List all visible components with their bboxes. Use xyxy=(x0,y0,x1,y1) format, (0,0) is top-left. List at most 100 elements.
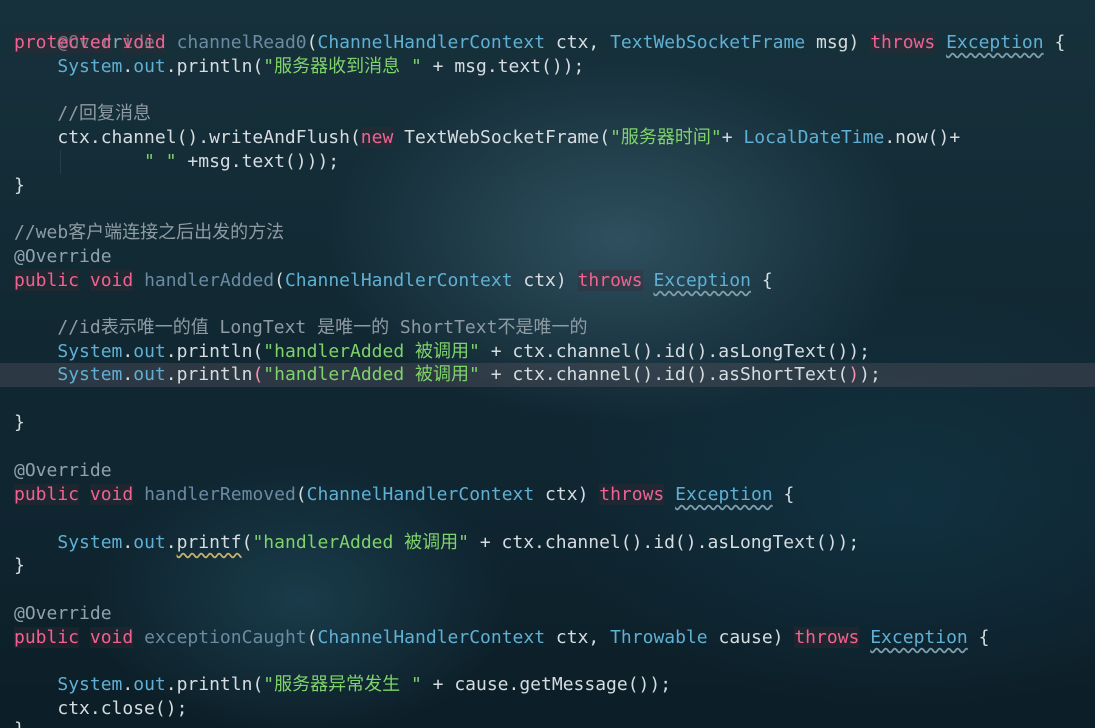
expression: + cause.getMessage()); xyxy=(421,674,672,695)
class-ref: System xyxy=(57,56,123,77)
param: ctx) xyxy=(534,484,600,505)
annotation: @Override xyxy=(14,460,112,481)
code-line[interactable]: System.out.println("服务器收到消息 " + msg.text… xyxy=(0,55,1095,79)
statement: ctx.close(); xyxy=(57,698,188,719)
code-editor[interactable]: @Override protected void channelRead0(Ch… xyxy=(0,0,1095,728)
code-line[interactable]: System.out.println("handlerAdded 被调用" + … xyxy=(0,340,1095,364)
exception-type: Exception xyxy=(653,270,751,291)
class-ref: System xyxy=(57,341,123,362)
code-line[interactable]: //回复消息 xyxy=(0,102,1095,126)
paren: ( xyxy=(306,627,318,648)
keyword: new xyxy=(360,127,394,148)
string-literal: "服务器时间" xyxy=(610,127,722,148)
brace: { xyxy=(967,627,990,648)
exception-type: Exception xyxy=(870,627,968,648)
code-line[interactable]: @Override xyxy=(0,245,1095,269)
keyword: throws xyxy=(599,484,665,505)
dot: . xyxy=(122,56,134,77)
keyword: public xyxy=(14,484,80,505)
exception-type: Exception xyxy=(675,484,773,505)
method-call: .println( xyxy=(165,341,264,362)
annotation: @Override xyxy=(14,603,112,624)
keyword: throws xyxy=(794,627,860,648)
comment: //id表示唯一的值 LongText 是唯一的 ShortText不是唯一的 xyxy=(57,317,588,338)
annotation: @Override xyxy=(14,246,112,267)
keyword: protected xyxy=(14,32,112,53)
brace: } xyxy=(14,175,25,196)
field-ref: out xyxy=(133,674,166,695)
code-line[interactable]: //id表示唯一的值 LongText 是唯一的 ShortText不是唯一的 xyxy=(0,316,1095,340)
dot: . xyxy=(122,532,134,553)
code-line[interactable]: @Override xyxy=(0,459,1095,483)
field-ref: out xyxy=(133,56,166,77)
code-line[interactable]: } xyxy=(0,411,1095,435)
class-ref: System xyxy=(57,532,123,553)
code-line[interactable]: System.out.printf("handlerAdded 被调用" + c… xyxy=(0,531,1095,555)
method-call: .println( xyxy=(165,674,264,695)
keyword: public xyxy=(14,270,80,291)
dot: . xyxy=(122,364,134,385)
class-ref: LocalDateTime xyxy=(743,127,885,148)
field-ref: out xyxy=(133,364,166,385)
semicolon: ); xyxy=(859,364,881,385)
expression: TextWebSocketFrame( xyxy=(393,127,611,148)
code-line[interactable]: public void handlerAdded(ChannelHandlerC… xyxy=(0,269,1095,293)
keyword: throws xyxy=(870,32,936,53)
param: ctx, xyxy=(545,627,611,648)
method-name: handlerAdded xyxy=(144,270,275,291)
class-ref: System xyxy=(57,674,123,695)
dot: . xyxy=(165,532,177,553)
string-literal: " " xyxy=(144,151,177,172)
code-line[interactable]: ctx.channel().writeAndFlush(new TextWebS… xyxy=(0,126,1095,150)
matched-paren: ( xyxy=(252,364,264,385)
param: msg) xyxy=(805,32,871,53)
type-name: ChannelHandlerContext xyxy=(284,270,513,291)
code-line[interactable]: public void handlerRemoved(ChannelHandle… xyxy=(0,483,1095,507)
type-name: TextWebSocketFrame xyxy=(610,32,806,53)
string-literal: "服务器收到消息 " xyxy=(263,56,422,77)
comment: //回复消息 xyxy=(57,103,152,124)
code-line[interactable]: public void exceptionCaught(ChannelHandl… xyxy=(0,626,1095,650)
param: cause) xyxy=(707,627,795,648)
method-call: .println( xyxy=(165,56,264,77)
code-line[interactable]: } xyxy=(0,174,1095,198)
code-line[interactable]: System.out.println("服务器异常发生 " + cause.ge… xyxy=(0,673,1095,697)
indent-guide xyxy=(60,150,61,174)
keyword: public xyxy=(14,627,80,648)
brace: } xyxy=(14,412,25,433)
comment: //web客户端连接之后出发的方法 xyxy=(14,222,285,243)
expression: + msg.text()); xyxy=(421,56,585,77)
type-name: ChannelHandlerContext xyxy=(317,627,546,648)
expression: + ctx.channel().id().asLongText()); xyxy=(469,532,860,553)
method-call-warning: printf xyxy=(176,532,242,553)
code-line[interactable]: } xyxy=(0,718,1095,728)
type-name: ChannelHandlerContext xyxy=(317,32,546,53)
code-line[interactable]: @Override xyxy=(0,7,1095,53)
code-line[interactable]: } xyxy=(0,554,1095,578)
expression: + ctx.channel().id().asLongText()); xyxy=(479,341,870,362)
class-ref: System xyxy=(57,364,123,385)
current-code-line[interactable]: System.out.println("handlerAdded 被调用" + … xyxy=(0,363,1095,387)
code-line[interactable]: //web客户端连接之后出发的方法 xyxy=(0,221,1095,245)
method-call: .now()+ xyxy=(884,127,961,148)
string-literal: "handlerAdded 被调用" xyxy=(252,532,470,553)
keyword: void xyxy=(89,627,134,648)
code-line[interactable]: @Override xyxy=(0,602,1095,626)
string-literal: "服务器异常发生 " xyxy=(263,674,422,695)
code-line[interactable]: protected void channelRead0(ChannelHandl… xyxy=(0,31,1095,55)
method-name: channelRead0 xyxy=(176,32,307,53)
code-line[interactable]: " " +msg.text())); xyxy=(0,150,1095,174)
paren: ( xyxy=(295,484,307,505)
method-name: handlerRemoved xyxy=(144,484,296,505)
expression: +msg.text())); xyxy=(176,151,340,172)
method-call: .println xyxy=(165,364,253,385)
operator: + xyxy=(721,127,744,148)
expression: ctx.channel().writeAndFlush( xyxy=(57,127,361,148)
string-literal: "handlerAdded 被调用" xyxy=(263,364,480,385)
field-ref: out xyxy=(133,341,166,362)
paren: ( xyxy=(306,32,318,53)
dot: . xyxy=(122,674,134,695)
type-name: ChannelHandlerContext xyxy=(306,484,535,505)
matched-paren: ) xyxy=(848,364,860,385)
brace: } xyxy=(14,555,25,576)
